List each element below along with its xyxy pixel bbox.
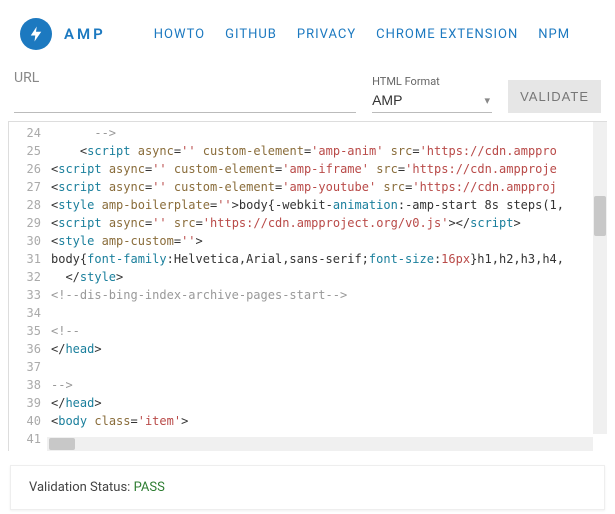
code-line[interactable]: <script async='' custom-element='amp-ifr… <box>51 160 564 178</box>
code-line[interactable]: </head> <box>51 394 564 412</box>
code-line[interactable]: <script async='' custom-element='amp-you… <box>51 178 564 196</box>
url-input[interactable] <box>14 90 356 113</box>
vertical-scrollbar[interactable] <box>593 122 607 434</box>
validate-button[interactable]: VALIDATE <box>508 80 601 113</box>
nav-npm[interactable]: NPM <box>538 27 570 42</box>
code-line[interactable]: body{font-family:Helvetica,Arial,sans-se… <box>51 250 564 268</box>
code-line[interactable]: <style amp-custom=''> <box>51 232 564 250</box>
code-line[interactable]: <script async='' src='https://cdn.amppro… <box>51 214 564 232</box>
nav-privacy[interactable]: PRIVACY <box>297 27 356 42</box>
url-label: URL <box>14 70 356 90</box>
format-label: HTML Format <box>372 75 492 88</box>
code-line[interactable]: <style amp-boilerplate=''>body{-webkit-a… <box>51 196 564 214</box>
horizontal-scrollbar[interactable] <box>47 437 593 451</box>
nav-github[interactable]: GITHUB <box>225 27 277 42</box>
nav-howto[interactable]: HOWTO <box>154 27 205 42</box>
code-editor[interactable]: 242526272829303132333435363738394041 -->… <box>8 121 607 451</box>
code-line[interactable]: <!--dis-bing-index-archive-pages-start--… <box>51 286 564 304</box>
amp-bolt-icon <box>20 18 52 50</box>
vertical-scroll-thumb[interactable] <box>594 196 606 236</box>
horizontal-scroll-thumb[interactable] <box>49 438 75 450</box>
header: AMP HOWTO GITHUB PRIVACY CHROME EXTENSIO… <box>0 0 615 64</box>
nav-chrome-extension[interactable]: CHROME EXTENSION <box>376 27 518 42</box>
format-select[interactable]: AMP <box>372 90 492 113</box>
controls-row: URL HTML Format AMP VALIDATE <box>0 64 615 121</box>
nav: HOWTO GITHUB PRIVACY CHROME EXTENSION NP… <box>154 27 570 42</box>
url-field: URL <box>14 70 356 113</box>
code-line[interactable]: </style> <box>51 268 564 286</box>
status-value: PASS <box>134 480 165 495</box>
code-line[interactable]: --> <box>51 124 564 142</box>
code-line[interactable] <box>51 430 564 434</box>
code-line[interactable]: --> <box>51 376 564 394</box>
code-line[interactable] <box>51 358 564 376</box>
code-line[interactable]: </head> <box>51 340 564 358</box>
logo-text: AMP <box>64 25 106 43</box>
code-lines[interactable]: --> <script async='' custom-element='amp… <box>51 124 564 434</box>
status-label: Validation Status: <box>29 480 134 495</box>
code-line[interactable] <box>51 304 564 322</box>
code-line[interactable]: <body class='item'> <box>51 412 564 430</box>
format-field: HTML Format AMP <box>372 75 492 113</box>
line-gutter: 242526272829303132333435363738394041 <box>9 122 47 434</box>
logo[interactable]: AMP <box>20 18 106 50</box>
validation-status: Validation Status: PASS <box>10 465 605 510</box>
code-line[interactable]: <!-- <box>51 322 564 340</box>
code-line[interactable]: <script async='' custom-element='amp-ani… <box>51 142 564 160</box>
